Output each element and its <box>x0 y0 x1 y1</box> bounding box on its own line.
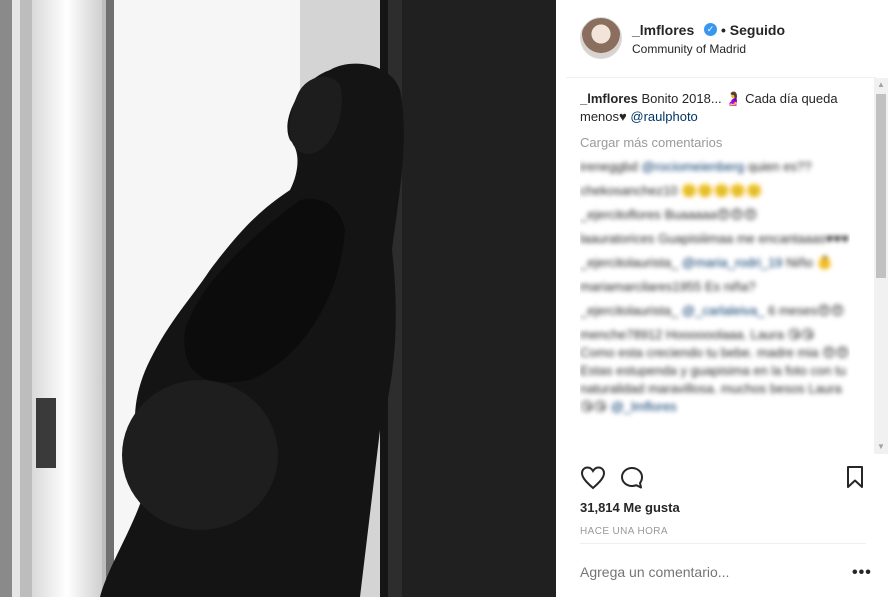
caption: _lmflores Bonito 2018... 🤰 Cada día qued… <box>580 90 850 126</box>
scroll-up-icon[interactable]: ▲ <box>874 78 888 92</box>
blurred-comments: ireneggbd @rociomeienberg quien es?? che… <box>580 158 850 416</box>
likes-count[interactable]: 31,814 Me gusta <box>580 500 680 515</box>
comment-item: mariamarcilares1955 Es niña? <box>580 278 850 296</box>
action-bar <box>578 466 868 490</box>
location-link[interactable]: Community of Madrid <box>632 42 746 56</box>
follow-status-label[interactable]: Seguido <box>730 22 785 38</box>
bookmark-icon[interactable] <box>846 466 864 493</box>
comment-user[interactable]: _ejercitoflores <box>580 207 661 222</box>
comment-user[interactable]: chekosanchez10 <box>580 183 678 198</box>
avatar[interactable] <box>580 17 622 59</box>
comments-scrollbar[interactable]: ▲ ▼ <box>874 78 888 454</box>
comment-user[interactable]: menche78912 <box>580 327 662 342</box>
comment-text: quien es?? <box>747 159 812 174</box>
scrollbar-thumb[interactable] <box>876 94 886 278</box>
header-username[interactable]: _lmflores <box>632 22 694 38</box>
comment-mention[interactable]: @rociomeienberg <box>641 159 744 174</box>
verified-badge-icon: ✓ <box>704 23 717 36</box>
comment-item: ireneggbd @rociomeienberg quien es?? <box>580 158 850 176</box>
add-comment-input[interactable] <box>580 564 830 580</box>
post-photo-image <box>0 0 556 597</box>
comment-item: _ejercitoflores Buaaaaa😍😍😍 <box>580 206 850 224</box>
comment-text: Es niña? <box>705 279 756 294</box>
comment-text: Buaaaaa😍😍😍 <box>664 207 758 222</box>
comments-list: _lmflores Bonito 2018... 🤰 Cada día qued… <box>580 90 850 454</box>
comment-text: 🙂🙂🙂🙂🙂 <box>681 183 763 198</box>
post-photo[interactable] <box>0 0 556 597</box>
comment-item: chekosanchez10 🙂🙂🙂🙂🙂 <box>580 182 850 200</box>
comment-user[interactable]: _ejercitolaurista_ <box>580 255 678 270</box>
comment-item: _ejercitolaurista_ @_carlaleiva_ 6 meses… <box>580 302 850 320</box>
comment-text: Guapisiiimaa me encantaaas♥♥♥ <box>658 231 849 246</box>
comment-user[interactable]: ireneggbd <box>580 159 638 174</box>
caption-mention[interactable]: @raulphoto <box>630 109 697 124</box>
comment-icon[interactable] <box>620 466 644 495</box>
load-more-comments[interactable]: Cargar más comentarios <box>580 134 850 152</box>
separator: • <box>721 22 726 38</box>
comment-item: menche78912 Hoooooolaaa. Laura 😘😘 Como e… <box>580 326 850 416</box>
comment-text: Niño 👶 <box>786 255 833 270</box>
comment-item: laauratorices Guapisiiimaa me encantaaas… <box>580 230 850 248</box>
comment-user[interactable]: _ejercitolaurista_ <box>580 303 678 318</box>
comment-mention[interactable]: @_lmflores <box>611 399 677 414</box>
post-header: _lmflores ✓ • Seguido Community of Madri… <box>566 0 876 78</box>
heart-icon[interactable] <box>580 466 606 495</box>
comment-user[interactable]: mariamarcilares1955 <box>580 279 701 294</box>
comment-mention[interactable]: @_carlaleiva_ <box>682 303 765 318</box>
comment-item: _ejercitolaurista_ @maria_rodri_19 Niño … <box>580 254 850 272</box>
caption-username[interactable]: _lmflores <box>580 91 638 106</box>
more-options-button[interactable]: ••• <box>852 564 872 582</box>
comment-mention[interactable]: @maria_rodri_19 <box>682 255 783 270</box>
scroll-down-icon[interactable]: ▼ <box>874 440 888 454</box>
comment-text: 6 meses😍😍 <box>768 303 845 318</box>
post-timestamp[interactable]: HACE UNA HORA <box>580 526 668 537</box>
follow-status[interactable]: • Seguido <box>721 22 785 38</box>
divider <box>580 543 866 544</box>
comment-user[interactable]: laauratorices <box>580 231 654 246</box>
